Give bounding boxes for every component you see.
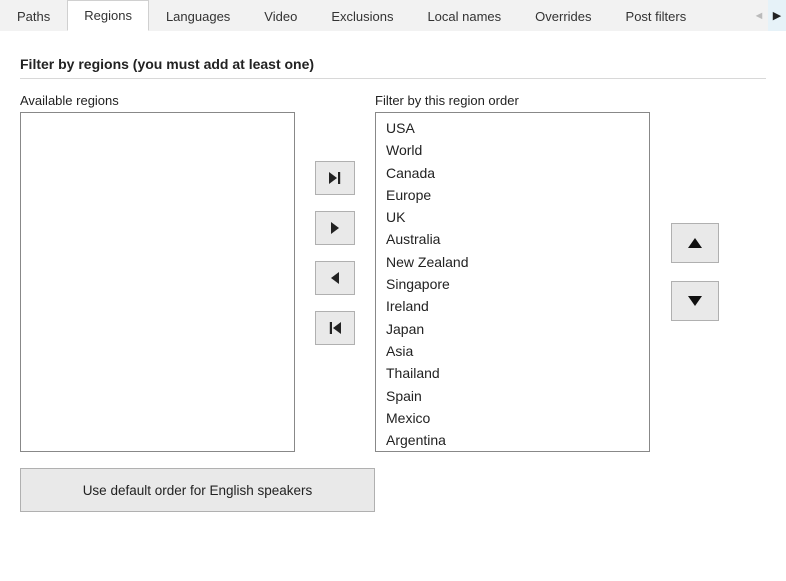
chevron-right-icon <box>329 221 341 235</box>
list-item[interactable]: Australia <box>386 228 649 250</box>
list-item[interactable]: Mexico <box>386 407 649 429</box>
list-item[interactable]: Asia <box>386 340 649 362</box>
tab-overrides[interactable]: Overrides <box>518 0 608 31</box>
add-one-button[interactable] <box>315 211 355 245</box>
tab-label: Video <box>264 9 297 24</box>
list-item[interactable]: USA <box>386 117 649 139</box>
tab-local-names[interactable]: Local names <box>410 0 518 31</box>
list-item[interactable]: Spain <box>386 385 649 407</box>
tab-video[interactable]: Video <box>247 0 314 31</box>
list-item[interactable]: Latin America <box>386 451 649 452</box>
remove-all-button[interactable] <box>315 311 355 345</box>
list-item[interactable]: Singapore <box>386 273 649 295</box>
triangle-down-icon <box>687 295 703 307</box>
add-all-button[interactable] <box>315 161 355 195</box>
move-down-button[interactable] <box>671 281 719 321</box>
tab-label: Paths <box>17 9 50 24</box>
tab-label: Regions <box>84 8 132 23</box>
move-up-button[interactable] <box>671 223 719 263</box>
triangle-up-icon <box>687 237 703 249</box>
list-item[interactable]: Europe <box>386 184 649 206</box>
list-item[interactable]: UK <box>386 206 649 228</box>
tab-scroll-left[interactable]: ◄ <box>750 0 768 31</box>
tab-paths[interactable]: Paths <box>0 0 67 31</box>
skip-end-icon <box>328 171 342 185</box>
list-item[interactable]: Canada <box>386 162 649 184</box>
tab-label: Exclusions <box>331 9 393 24</box>
selected-regions-list[interactable]: USAWorldCanadaEuropeUKAustraliaNew Zeala… <box>375 112 650 452</box>
remove-one-button[interactable] <box>315 261 355 295</box>
tab-label: Local names <box>427 9 501 24</box>
section-heading: Filter by regions (you must add at least… <box>20 56 766 72</box>
list-item[interactable]: World <box>386 139 649 161</box>
available-regions-list[interactable] <box>20 112 295 452</box>
list-item[interactable]: New Zealand <box>386 251 649 273</box>
skip-start-icon <box>328 321 342 335</box>
divider <box>20 78 766 79</box>
tab-languages[interactable]: Languages <box>149 0 247 31</box>
chevron-left-icon: ◄ <box>754 10 765 22</box>
tab-label: Languages <box>166 9 230 24</box>
tab-regions[interactable]: Regions <box>67 0 149 31</box>
chevron-right-icon: ▶ <box>773 9 781 22</box>
default-order-label: Use default order for English speakers <box>83 483 313 498</box>
list-item[interactable]: Ireland <box>386 295 649 317</box>
list-item[interactable]: Thailand <box>386 362 649 384</box>
list-item[interactable]: Argentina <box>386 429 649 451</box>
chevron-left-icon <box>329 271 341 285</box>
tab-label: Post filters <box>626 9 687 24</box>
tab-scroll-right[interactable]: ▶ <box>768 0 786 31</box>
tab-exclusions[interactable]: Exclusions <box>314 0 410 31</box>
tab-label: Overrides <box>535 9 591 24</box>
selected-regions-label: Filter by this region order <box>375 93 650 108</box>
list-item[interactable]: Japan <box>386 318 649 340</box>
default-order-button[interactable]: Use default order for English speakers <box>20 468 375 512</box>
tab-bar: Paths Regions Languages Video Exclusions… <box>0 0 786 32</box>
tab-post-filters[interactable]: Post filters <box>609 0 704 31</box>
available-regions-label: Available regions <box>20 93 295 108</box>
